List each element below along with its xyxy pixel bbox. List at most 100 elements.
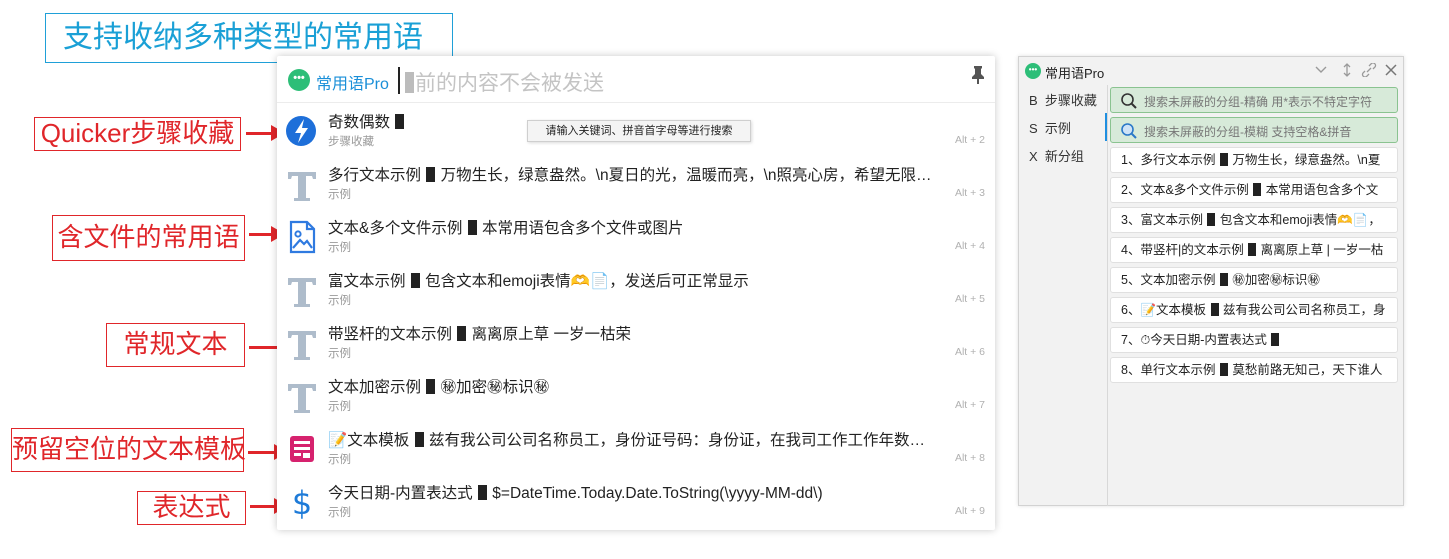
phrase-list-item[interactable]: 2、文本&多个文件示例 本常用语包含多个文 — [1110, 177, 1398, 203]
phrase-content: 包含文本和emoji表情🫶📄，发送后可正常显示 — [425, 273, 749, 290]
search-tooltip: 请输入关键词、拼音首字母等进行搜索 — [527, 120, 751, 142]
phrase-title: 📝文本模板 兹有我公司公司名称员工，身份证号码：身份证，在我司工作工作年数年，.… — [328, 428, 936, 450]
phrase-row[interactable]: $ 今天日期-内置表达式 $=DateTime.Today.Date.ToStr… — [277, 476, 995, 529]
phrase-list-item[interactable]: 3、富文本示例 包含文本和emoji表情🫶📄， — [1110, 207, 1398, 233]
phrase-content: 兹有我公司公司名称员工，身份证号码：身份证，在我司工作工作年数年，... — [428, 432, 936, 449]
exact-search-placeholder: 搜索未屏蔽的分组-精确 用*表示不特定字符 — [1144, 95, 1373, 109]
group-item[interactable]: X 新分组 — [1029, 146, 1084, 165]
phrase-list-item[interactable]: 1、多行文本示例 万物生长，绿意盎然。\n夏 — [1110, 147, 1398, 173]
search-icon — [1121, 123, 1137, 139]
search-placeholder: 前的内容不会被发送 — [415, 72, 604, 95]
phrase-content: $=DateTime.Today.Date.ToString(\yyyy-MM-… — [492, 485, 823, 502]
callout-file-arrow — [249, 226, 285, 242]
separator-block-icon — [1207, 213, 1216, 226]
phrase-content: 本常用语包含多个文件或图片 — [481, 220, 684, 237]
separator-block-icon — [1210, 303, 1219, 316]
pin-icon[interactable] — [970, 65, 986, 85]
fuzzy-search-input[interactable]: 搜索未屏蔽的分组-模糊 支持空格&拼音 — [1110, 117, 1398, 143]
template-icon — [290, 436, 314, 462]
phrase-manager-window: ••• 常用语Pro B 步骤收藏 S 示例 X 新分组 搜索未屏蔽的分组-精确… — [1018, 56, 1404, 506]
resize-vertical-icon[interactable] — [1339, 63, 1355, 77]
separator-block-icon — [426, 167, 436, 182]
phrase-content: ㊙加密㊙标识㊙ — [440, 379, 550, 396]
active-group-indicator — [1105, 113, 1107, 141]
dollar-icon: $ — [292, 484, 312, 520]
phrase-hotkey: Alt + 3 — [954, 187, 985, 199]
separator-block-icon — [426, 379, 436, 394]
separator-block-icon — [477, 485, 487, 500]
phrase-row[interactable]: 带竖杆的文本示例 离离原上草 一岁一枯荣 示例 Alt + 6 — [277, 317, 995, 370]
phrase-group: 示例 — [328, 454, 351, 466]
phrase-row[interactable]: 📝文本模板 兹有我公司公司名称员工，身份证号码：身份证，在我司工作工作年数年，.… — [277, 423, 995, 476]
phrase-list-item[interactable]: 6、📝文本模板 兹有我公司公司名称员工，身 — [1110, 297, 1398, 323]
phrase-row[interactable]: 富文本示例 包含文本和emoji表情🫶📄，发送后可正常显示 示例 Alt + 5 — [277, 264, 995, 317]
phrase-name: 多行文本示例 — [328, 167, 422, 184]
text-t-icon — [288, 278, 316, 307]
close-icon[interactable] — [1383, 63, 1399, 77]
phrase-hotkey: Alt + 6 — [954, 346, 985, 358]
group-item[interactable]: S 示例 — [1029, 118, 1071, 137]
callout-expression: 表达式 — [137, 491, 246, 525]
phrase-row[interactable]: 多行文本示例 万物生长，绿意盎然。\n夏日的光，温暖而亮，\n照亮心房，希望无限… — [277, 158, 995, 211]
phrase-name: 1、多行文本示例 — [1121, 153, 1216, 167]
phrase-hotkey: Alt + 9 — [954, 505, 985, 517]
phrase-row[interactable]: 文本&多个文件示例 本常用语包含多个文件或图片 示例 Alt + 4 — [277, 211, 995, 264]
group-key: X — [1029, 149, 1038, 164]
phrase-name: 5、文本加密示例 — [1121, 273, 1216, 287]
phrase-content: 离离原上草 | 一岁一枯 — [1260, 243, 1384, 257]
callout-plain: 常规文本 — [106, 323, 245, 367]
phrase-group: 示例 — [328, 242, 351, 254]
quicker-bolt-icon — [286, 116, 316, 146]
fuzzy-search-placeholder: 搜索未屏蔽的分组-模糊 支持空格&拼音 — [1144, 125, 1352, 139]
separator-block-icon — [1248, 243, 1257, 256]
phrase-group: 示例 — [328, 401, 351, 413]
text-caret — [398, 67, 400, 94]
separator-block-icon — [1271, 333, 1280, 346]
window-title: 常用语Pro — [1045, 66, 1105, 81]
phrase-group: 示例 — [328, 348, 351, 360]
text-t-icon — [288, 331, 316, 360]
separator-block-icon — [1219, 363, 1228, 376]
phrase-hotkey: Alt + 4 — [954, 240, 985, 252]
phrase-content: 兹有我公司公司名称员工，身 — [1223, 303, 1386, 317]
phrase-row[interactable]: 文本加密示例 ㊙加密㊙标识㊙ 示例 Alt + 7 — [277, 370, 995, 423]
phrase-list-item[interactable]: 8、单行文本示例 莫愁前路无知己，天下谁人 — [1110, 357, 1398, 383]
chevron-down-icon[interactable] — [1313, 64, 1329, 76]
group-key: S — [1029, 121, 1038, 136]
phrase-group: 示例 — [328, 295, 351, 307]
phrase-list-item[interactable]: 5、文本加密示例 ㊙加密㊙标识㊙ — [1110, 267, 1398, 293]
link-icon[interactable] — [1361, 63, 1377, 77]
phrase-hotkey: Alt + 5 — [954, 293, 985, 305]
phrase-hotkey: Alt + 7 — [954, 399, 985, 411]
phrase-name: 奇数偶数 — [328, 114, 391, 131]
callout-expression-arrow — [250, 498, 288, 514]
callout-quicker-arrow — [246, 125, 285, 141]
group-label: 步骤收藏 — [1044, 93, 1097, 108]
separator-block-icon — [1219, 273, 1228, 286]
phrase-list-item[interactable]: 4、带竖杆|的文本示例 离离原上草 | 一岁一枯 — [1110, 237, 1398, 263]
phrase-name: 今天日期-内置表达式 — [328, 485, 473, 502]
phrase-list-item[interactable]: 7、⏱今天日期-内置表达式 — [1110, 327, 1398, 353]
group-label: 示例 — [1044, 121, 1071, 136]
app-name: 常用语Pro — [316, 76, 389, 93]
group-sidebar: B 步骤收藏 S 示例 X 新分组 — [1019, 85, 1108, 506]
exact-search-input[interactable]: 搜索未屏蔽的分组-精确 用*表示不特定字符 — [1110, 87, 1398, 113]
phrase-hotkey: Alt + 8 — [954, 452, 985, 464]
phrase-title: 文本&多个文件示例 本常用语包含多个文件或图片 — [328, 216, 936, 238]
callout-template: 预留空位的文本模板 — [11, 428, 246, 472]
group-label: 新分组 — [1044, 149, 1084, 164]
phrase-name: 富文本示例 — [328, 273, 406, 290]
text-t-icon — [288, 384, 316, 413]
phrase-name: 8、单行文本示例 — [1121, 363, 1216, 377]
phrase-group: 步骤收藏 — [328, 136, 374, 148]
phrase-title: 多行文本示例 万物生长，绿意盎然。\n夏日的光，温暖而亮，\n照亮心房，希望无限… — [328, 163, 936, 185]
phrase-name: 4、带竖杆|的文本示例 — [1121, 243, 1244, 257]
search-input[interactable]: 前的内容不会被发送 — [405, 67, 604, 97]
phrase-name: 7、⏱今天日期-内置表达式 — [1121, 333, 1267, 347]
separator-block-icon — [1253, 183, 1262, 196]
phrase-content: 万物生长，绿意盎然。\n夏日的光，温暖而亮，\n照亮心房，希望无限。\n... — [440, 167, 936, 184]
phrase-hotkey: Alt + 2 — [954, 134, 985, 146]
separator-block-icon — [410, 273, 420, 288]
group-item[interactable]: B 步骤收藏 — [1029, 90, 1097, 109]
phrase-content: 本常用语包含多个文 — [1265, 183, 1379, 197]
